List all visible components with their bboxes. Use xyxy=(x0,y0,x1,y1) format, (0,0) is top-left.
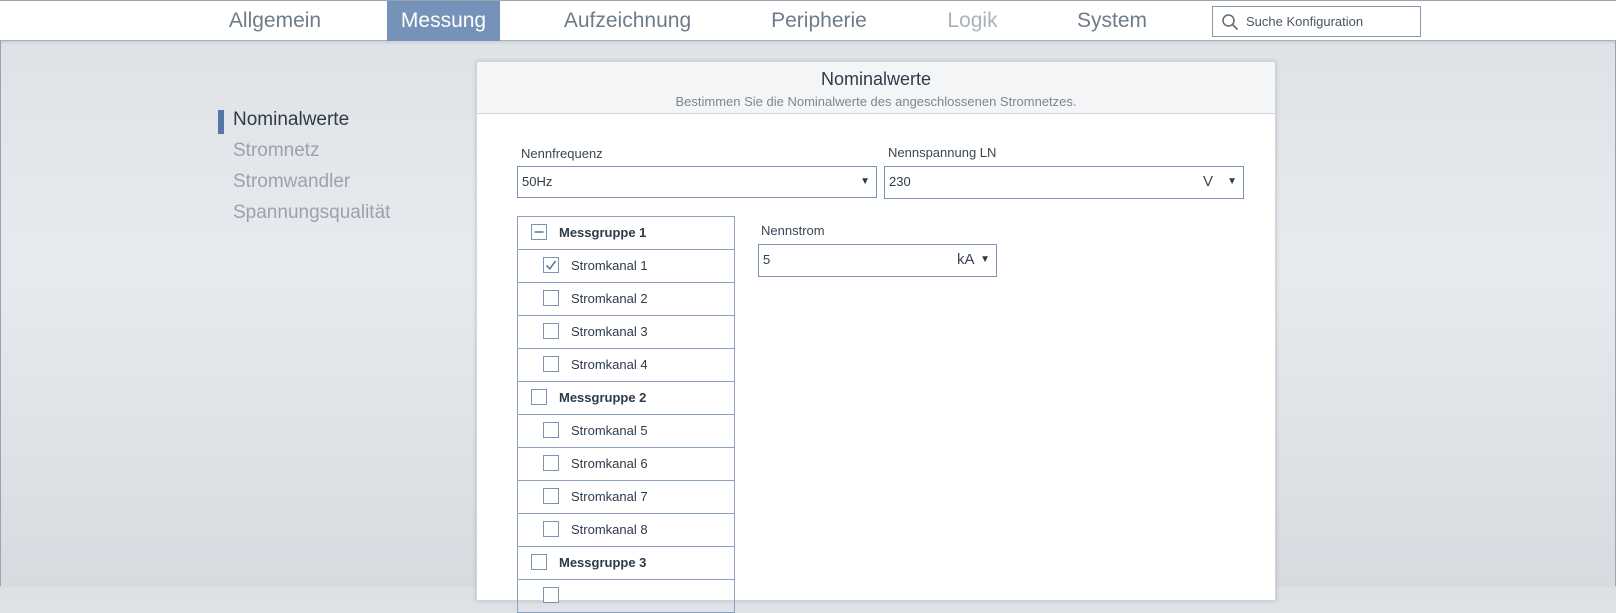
tree-channel-row[interactable]: Stromkanal 3 xyxy=(518,316,734,349)
tab-peripherie[interactable]: Peripherie xyxy=(756,1,882,41)
sidebar-item-spannungsqualitaet[interactable]: Spannungsqualität xyxy=(233,202,390,224)
group-label: Messgruppe 1 xyxy=(559,225,647,240)
tree-channel-row[interactable] xyxy=(518,580,734,613)
group-label: Messgruppe 2 xyxy=(559,390,647,405)
tree-channel-row[interactable]: Stromkanal 2 xyxy=(518,283,734,316)
channel-label: Stromkanal 2 xyxy=(571,291,648,306)
sidebar-item-stromwandler[interactable]: Stromwandler xyxy=(233,171,350,193)
nennspannung-value: 230 xyxy=(889,174,911,189)
panel-title: Nominalwerte xyxy=(820,69,932,89)
nennspannung-unit: V xyxy=(1203,173,1214,190)
nennspannung-select[interactable]: 230 V ▼ xyxy=(884,166,1244,199)
messgruppen-tree: Messgruppe 1 Stromkanal 1 Stromkanal 2 Stro… xyxy=(517,216,735,613)
nennstrom-value: 5 xyxy=(763,252,771,267)
panel-subtitle: Bestimmen Sie die Nominalwerte des anges… xyxy=(675,94,1077,109)
channel-checkbox[interactable] xyxy=(543,290,559,306)
group-checkbox[interactable] xyxy=(531,554,547,570)
channel-checkbox[interactable] xyxy=(543,521,559,537)
channel-checkbox[interactable] xyxy=(543,323,559,339)
tree-channel-row[interactable]: Stromkanal 6 xyxy=(518,448,734,481)
tree-channel-row[interactable]: Stromkanal 4 xyxy=(518,349,734,382)
tab-system[interactable]: System xyxy=(1064,1,1160,41)
sidebar-item-stromnetz[interactable]: Stromnetz xyxy=(233,140,320,162)
channel-label: Stromkanal 7 xyxy=(571,489,648,504)
minus-icon xyxy=(534,231,544,233)
tab-allgemein[interactable]: Allgemein xyxy=(210,1,340,41)
tree-channel-row[interactable]: Stromkanal 1 xyxy=(518,250,734,283)
panel-header: Nominalwerte Bestimmen Sie die Nominalwe… xyxy=(477,62,1275,114)
chevron-down-icon: ▼ xyxy=(860,176,870,187)
nominalwerte-panel: Nominalwerte Bestimmen Sie die Nominalwe… xyxy=(476,61,1276,613)
chevron-down-icon: ▼ xyxy=(980,254,990,265)
tab-aufzeichnung[interactable]: Aufzeichnung xyxy=(550,1,705,41)
chevron-down-icon: ▼ xyxy=(1227,176,1237,187)
tab-messung[interactable]: Messung xyxy=(387,1,500,41)
channel-checkbox[interactable] xyxy=(543,587,559,603)
search-box[interactable] xyxy=(1212,6,1421,37)
tree-group-row[interactable]: Messgruppe 1 xyxy=(518,217,734,250)
channel-checkbox[interactable] xyxy=(543,422,559,438)
nennstrom-label: Nennstrom xyxy=(761,223,825,238)
channel-checkbox[interactable] xyxy=(543,356,559,372)
tree-group-row[interactable]: Messgruppe 2 xyxy=(518,382,734,415)
nennfrequenz-select[interactable]: 50Hz ▼ xyxy=(517,166,877,198)
nennstrom-unit: kA xyxy=(957,251,975,268)
tree-group-row[interactable]: Messgruppe 3 xyxy=(518,547,734,580)
group-label: Messgruppe 3 xyxy=(559,555,647,570)
channel-checkbox[interactable] xyxy=(543,488,559,504)
sidebar-active-marker xyxy=(218,110,224,134)
channel-label: Stromkanal 6 xyxy=(571,456,648,471)
channel-checkbox[interactable] xyxy=(543,455,559,471)
channel-label: Stromkanal 5 xyxy=(571,423,648,438)
checkmark-icon xyxy=(545,260,557,270)
group-checkbox[interactable] xyxy=(531,224,547,240)
channel-label: Stromkanal 8 xyxy=(571,522,648,537)
channel-label: Stromkanal 3 xyxy=(571,324,648,339)
search-icon xyxy=(1222,14,1238,30)
search-input[interactable] xyxy=(1246,7,1416,36)
channel-checkbox[interactable] xyxy=(543,257,559,273)
nennspannung-label: Nennspannung LN xyxy=(888,145,997,160)
channel-label: Stromkanal 1 xyxy=(571,258,648,273)
main-navigation: Allgemein Messung Aufzeichnung Peripheri… xyxy=(0,0,1616,41)
nennfrequenz-value: 50Hz xyxy=(522,174,553,189)
channel-label: Stromkanal 4 xyxy=(571,357,648,372)
tab-logik: Logik xyxy=(947,9,998,32)
nennstrom-select[interactable]: 5 kA ▼ xyxy=(758,244,997,277)
tree-channel-row[interactable]: Stromkanal 5 xyxy=(518,415,734,448)
sidebar-item-nominalwerte[interactable]: Nominalwerte xyxy=(233,109,349,131)
tree-channel-row[interactable]: Stromkanal 8 xyxy=(518,514,734,547)
tree-channel-row[interactable]: Stromkanal 7 xyxy=(518,481,734,514)
group-checkbox[interactable] xyxy=(531,389,547,405)
nennfrequenz-label: Nennfrequenz xyxy=(521,146,603,161)
